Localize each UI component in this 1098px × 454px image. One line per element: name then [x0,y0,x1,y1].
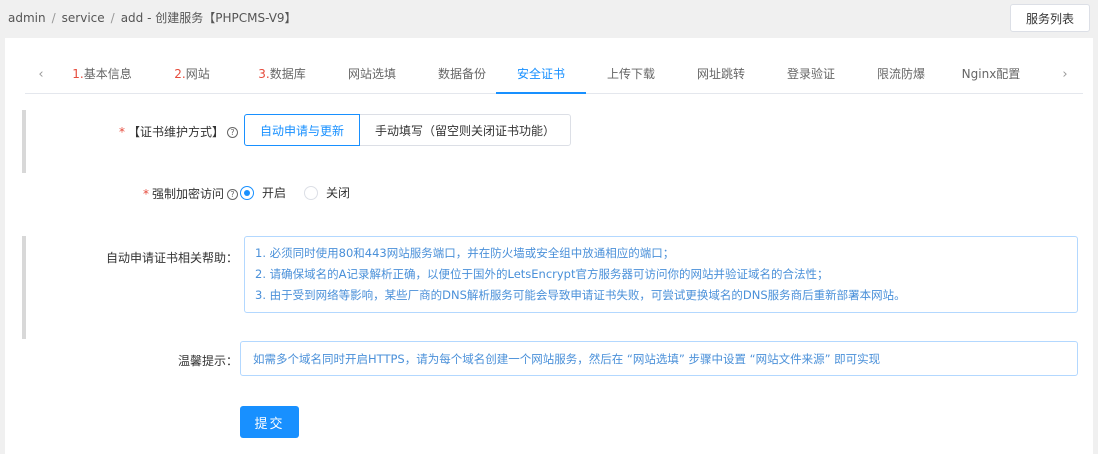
required-mark: * [142,187,149,201]
radio-label: 开启 [262,186,287,200]
form-card: ‹ 1.基本信息 2.网站 3.数据库 网站选填 数据备份 安全证书 上传下载 … [5,38,1093,454]
tab-label: 网站选填 [347,67,396,81]
tab-label: 限流防爆 [876,67,925,81]
service-list-button[interactable]: 服务列表 [1010,4,1090,32]
tab-website[interactable]: 2.网站 [147,58,237,94]
breadcrumb-item-current: add - 创建服务【PHPCMS-V9】 [120,11,297,25]
tab-label: 基本信息 [83,67,132,81]
help-box: 1. 必须同时使用80和443网站服务端口，并在防火墙或安全组中放通相应的端口；… [244,236,1078,313]
tab-label: 登录验证 [786,67,835,81]
help-line: 2. 请确保域名的A记录解析正确，以便位于国外的LetsEncrypt官方服务器… [255,267,829,281]
submit-button[interactable]: 提交 [240,406,299,438]
tab-ssl-certificate[interactable]: 安全证书 [496,58,586,94]
breadcrumb-item-service[interactable]: service [62,11,105,25]
tab-label: 数据库 [269,67,306,81]
tab-rate-limit[interactable]: 限流防爆 [856,58,946,94]
help-line: 1. 必须同时使用80和443网站服务端口，并在防火墙或安全组中放通相应的端口； [255,246,675,260]
section-indicator [22,236,26,339]
force-https-label-text: 强制加密访问 [151,187,224,201]
tip-box: 如需多个域名同时开启HTTPS，请为每个域名创建一个网站服务，然后在 “网站选填… [240,341,1078,376]
radio-label: 关闭 [326,186,351,200]
required-mark: * [118,125,125,139]
radio-unchecked-icon [304,185,318,200]
help-line: 3. 由于受到网络等影响，某些厂商的DNS解析服务可能会导致申请证书失败，可尝试… [255,288,906,302]
section-indicator [22,110,26,173]
tab-url-redirect[interactable]: 网址跳转 [676,58,766,94]
question-circle-icon[interactable]: ? [227,189,238,200]
tab-label: 网站 [185,67,210,81]
tab-database[interactable]: 3.数据库 [237,58,327,94]
question-circle-icon[interactable]: ? [227,127,238,138]
tab-basic-info[interactable]: 1.基本信息 [57,58,147,94]
top-bar: admin / service / add - 创建服务【PHPCMS-V9】 服务列表 [0,0,1098,36]
tab-number: 1. [72,67,84,81]
tab-nginx-config[interactable]: Nginx配置 [946,58,1036,94]
tab-label: Nginx配置 [961,67,1021,81]
tab-number: 3. [258,67,270,81]
help-label: 自动申请证书相关帮助： [105,251,238,265]
cert-mode-manual-option[interactable]: 手动填写（留空则关闭证书功能） [359,114,571,146]
force-https-off-radio[interactable]: 关闭 [304,184,350,201]
tab-login-auth[interactable]: 登录验证 [766,58,856,94]
chevron-left-icon[interactable]: ‹ [31,64,51,84]
cert-mode-auto-option[interactable]: 自动申请与更新 [244,114,360,146]
tab-upload-download[interactable]: 上传下载 [586,58,676,94]
cert-mode-label-text: 【证书维护方式】 [127,125,224,139]
tab-label: 上传下载 [606,67,655,81]
radio-checked-icon [240,185,254,200]
force-https-on-radio[interactable]: 开启 [240,184,286,201]
breadcrumb-separator: / [110,11,115,25]
breadcrumb-separator: / [51,11,56,25]
tab-label: 安全证书 [516,67,565,81]
tab-website-optional[interactable]: 网站选填 [327,58,417,94]
tab-label: 数据备份 [437,67,486,81]
tab-data-backup[interactable]: 数据备份 [417,58,507,94]
tab-bar: ‹ 1.基本信息 2.网站 3.数据库 网站选填 数据备份 安全证书 上传下载 … [25,58,1083,94]
tab-label: 网址跳转 [696,67,745,81]
breadcrumb: admin / service / add - 创建服务【PHPCMS-V9】 [8,9,297,26]
tab-number: 2. [174,67,186,81]
breadcrumb-item-admin[interactable]: admin [8,11,46,25]
chevron-right-icon[interactable]: › [1055,64,1075,84]
tip-label: 温馨提示： [177,354,238,368]
force-https-label: * 强制加密访问? [143,185,238,202]
cert-mode-label: * 【证书维护方式】? [119,123,238,140]
